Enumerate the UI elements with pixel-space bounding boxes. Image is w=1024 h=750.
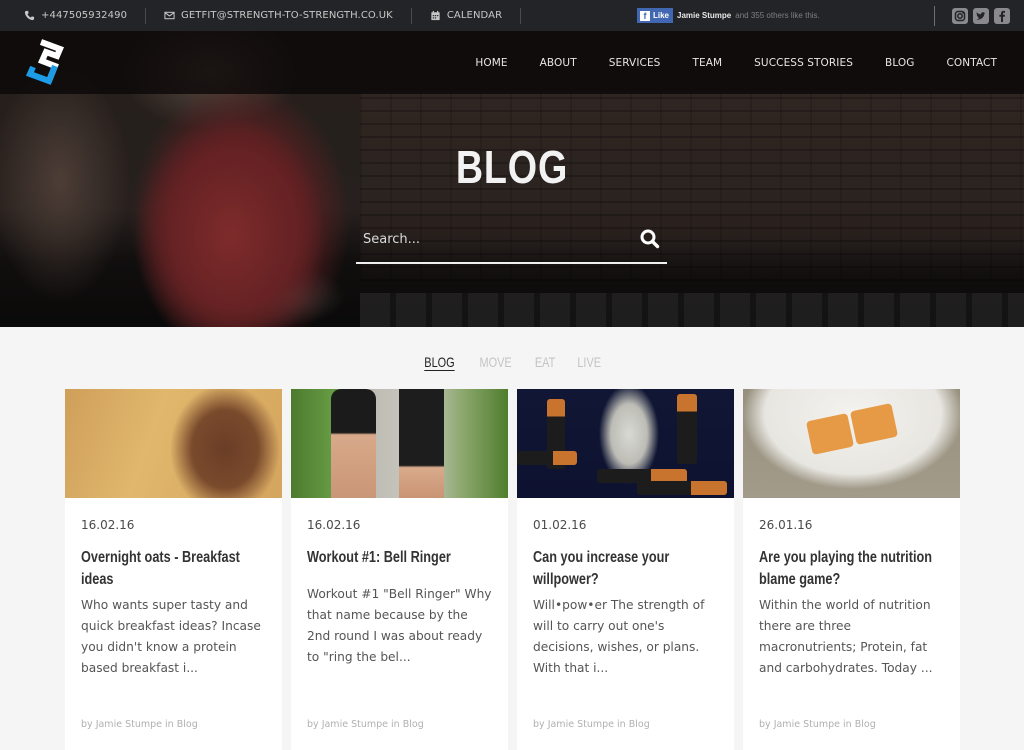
nav-blog[interactable]: BLOG <box>885 57 914 69</box>
post-author[interactable]: Jamie Stumpe <box>96 719 162 730</box>
filter-live[interactable]: LIVE <box>577 354 601 370</box>
facebook-social-icon[interactable] <box>994 8 1010 24</box>
meta-by: by <box>307 719 319 730</box>
meta-in: in <box>843 719 852 730</box>
post-meta: by Jamie Stumpe in Blog <box>81 719 198 730</box>
post-title[interactable]: Are you playing the nutrition blame game… <box>759 547 948 591</box>
email-link[interactable]: GETFIT@STRENGTH-TO-STRENGTH.CO.UK <box>146 7 412 24</box>
meta-by: by <box>533 719 545 730</box>
post-author[interactable]: Jamie Stumpe <box>322 719 388 730</box>
post-title[interactable]: Overnight oats - Breakfast ideas <box>81 547 270 591</box>
post-author[interactable]: Jamie Stumpe <box>548 719 614 730</box>
meta-in: in <box>617 719 626 730</box>
post-category[interactable]: Blog <box>629 719 650 730</box>
blog-post-card[interactable]: 26.01.16 Are you playing the nutrition b… <box>743 389 960 750</box>
search-input[interactable] <box>363 228 623 250</box>
post-meta: by Jamie Stumpe in Blog <box>533 719 650 730</box>
nav-about[interactable]: ABOUT <box>540 57 577 69</box>
calendar-icon <box>431 10 440 21</box>
post-excerpt: Who wants super tasty and quick breakfas… <box>81 598 261 675</box>
post-date: 01.02.16 <box>533 518 587 532</box>
calendar-link[interactable]: CALENDAR <box>412 7 522 24</box>
meta-in: in <box>391 719 400 730</box>
thumbnail-detail <box>517 451 577 465</box>
facebook-icon: f <box>640 10 650 21</box>
nav-contact[interactable]: CONTACT <box>947 57 998 69</box>
brand-logo[interactable] <box>20 34 76 92</box>
envelope-icon <box>164 11 175 20</box>
meta-by: by <box>759 719 771 730</box>
main-navbar: HOME ABOUT SERVICES TEAM SUCCESS STORIES… <box>0 31 1024 94</box>
contact-info: +447505932490 GETFIT@STRENGTH-TO-STRENGT… <box>24 0 522 31</box>
blog-post-card[interactable]: 16.02.16 Workout #1: Bell Ringer Workout… <box>291 389 508 750</box>
twitter-icon[interactable] <box>973 8 989 24</box>
thumbnail-detail <box>331 389 376 498</box>
post-meta: by Jamie Stumpe in Blog <box>307 719 424 730</box>
social-links <box>934 6 1010 26</box>
post-date: 26.01.16 <box>759 518 813 532</box>
nav-team[interactable]: TEAM <box>692 57 722 69</box>
facebook-like-button[interactable]: f Like <box>637 8 674 23</box>
nav-services[interactable]: SERVICES <box>609 57 661 69</box>
post-thumbnail-bell-ringer[interactable] <box>291 389 508 498</box>
instagram-icon[interactable] <box>952 8 968 24</box>
post-excerpt: Within the world of nutrition there are … <box>759 598 933 675</box>
meta-in: in <box>165 719 174 730</box>
thumbnail-detail <box>805 413 855 455</box>
post-thumbnail-overnight-oats[interactable] <box>65 389 282 498</box>
blog-post-card[interactable]: 01.02.16 Can you increase your willpower… <box>517 389 734 750</box>
post-thumbnail-nutrition[interactable] <box>743 389 960 498</box>
facebook-like-widget: f Like Jamie Stumpe and 355 others like … <box>637 8 820 23</box>
post-title[interactable]: Can you increase your willpower? <box>533 547 722 591</box>
thumbnail-detail <box>637 481 727 495</box>
like-label: Like <box>653 11 670 20</box>
phone-number: +447505932490 <box>41 10 128 21</box>
thumbnail-detail <box>399 389 444 498</box>
divider <box>934 6 935 26</box>
blog-search <box>356 220 667 264</box>
filter-move[interactable]: MOVE <box>479 354 511 370</box>
post-excerpt: Will•pow•er The strength of will to carr… <box>533 598 705 675</box>
blog-post-card[interactable]: 16.02.16 Overnight oats - Breakfast idea… <box>65 389 282 750</box>
top-bar: +447505932490 GETFIT@STRENGTH-TO-STRENGT… <box>0 0 1024 31</box>
main-nav: HOME ABOUT SERVICES TEAM SUCCESS STORIES… <box>443 31 997 94</box>
like-count-text: and 355 others like this. <box>735 11 820 20</box>
meta-by: by <box>81 719 93 730</box>
post-thumbnail-willpower[interactable] <box>517 389 734 498</box>
filter-blog[interactable]: BLOG <box>424 354 454 370</box>
post-category[interactable]: Blog <box>855 719 876 730</box>
filter-eat[interactable]: EAT <box>535 354 555 370</box>
calendar-label: CALENDAR <box>446 10 503 21</box>
post-excerpt: Workout #1 "Bell Ringer" Why that name b… <box>307 587 492 664</box>
post-meta: by Jamie Stumpe in Blog <box>759 719 876 730</box>
category-filter: BLOG MOVE EAT LIVE <box>0 354 1024 370</box>
post-date: 16.02.16 <box>307 518 361 532</box>
thumbnail-detail <box>849 403 899 445</box>
nav-home[interactable]: HOME <box>475 57 507 69</box>
blog-post-list: 16.02.16 Overnight oats - Breakfast idea… <box>65 389 960 750</box>
page-title: BLOG <box>455 141 569 193</box>
thumbnail-detail <box>677 394 697 464</box>
phone-icon <box>24 10 35 21</box>
post-title[interactable]: Workout #1: Bell Ringer <box>307 547 496 569</box>
search-icon[interactable] <box>639 228 661 250</box>
post-category[interactable]: Blog <box>403 719 424 730</box>
post-category[interactable]: Blog <box>177 719 198 730</box>
email-address: GETFIT@STRENGTH-TO-STRENGTH.CO.UK <box>181 10 393 21</box>
post-date: 16.02.16 <box>81 518 135 532</box>
phone-link[interactable]: +447505932490 <box>24 7 147 24</box>
post-author[interactable]: Jamie Stumpe <box>774 719 840 730</box>
nav-success-stories[interactable]: SUCCESS STORIES <box>754 57 853 69</box>
liker-name[interactable]: Jamie Stumpe <box>677 11 731 20</box>
